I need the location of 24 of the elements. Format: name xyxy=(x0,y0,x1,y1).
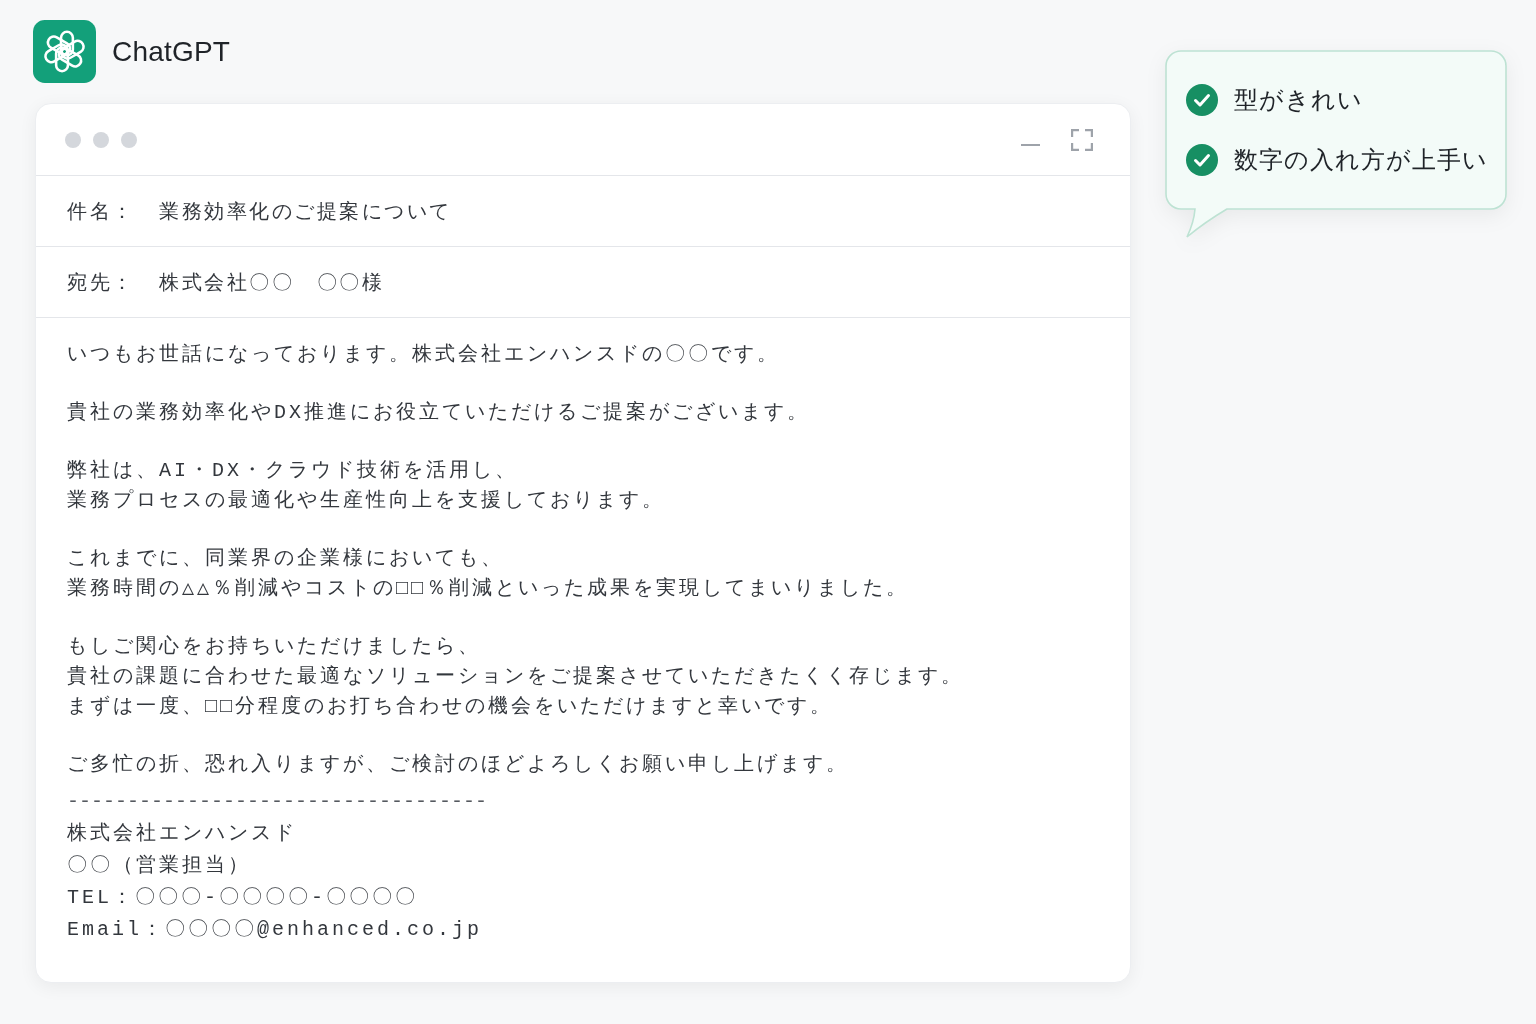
body-paragraph: もしご関心をお持ちいただけましたら、 貴社の課題に合わせた最適なソリューションをご提案させていただきたくく存じます。 まずは一度、□□分程度のお打ち合わせの機会をいただけますと幸いです。 xyxy=(67,634,964,720)
dot-icon xyxy=(121,131,137,148)
signature-divider: ----------------------------------- xyxy=(67,789,488,815)
check-item-text: 型がきれい xyxy=(1234,85,1363,116)
minimize-icon[interactable] xyxy=(1021,143,1040,146)
signature-line: 〇〇（営業担当） xyxy=(67,853,251,879)
app-name: ChatGPT xyxy=(112,35,231,68)
signature-line: TEL：〇〇〇-〇〇〇〇-〇〇〇〇 xyxy=(67,885,418,911)
field-label: 宛先： xyxy=(67,268,136,296)
field-value: 業務効率化のご提案について xyxy=(159,197,453,225)
body-paragraph: 貴社の業務効率化やDX推進にお役立ていただけるご提案がございます。 xyxy=(67,400,810,426)
signature-line: 株式会社エンハンスド xyxy=(67,821,297,847)
signature-line: Email：〇〇〇〇@enhanced.co.jp xyxy=(67,917,483,943)
body-paragraph: これまでに、同業界の企業様においても、 業務時間の△△％削減やコストの□□％削減といった成果を実現してまいりました。 xyxy=(67,546,910,602)
field-value: 株式会社〇〇 〇〇様 xyxy=(159,268,385,296)
body-paragraph: ご多忙の折、恐れ入りますが、ご検討のほどよろしくお願い申し上げます。 xyxy=(67,752,849,778)
field-label: 件名： xyxy=(67,197,136,225)
fullscreen-icon[interactable] xyxy=(1071,128,1093,151)
body-paragraph: いつもお世話になっております。株式会社エンハンスドの〇〇です。 xyxy=(67,342,780,368)
check-item-text: 数字の入れ方が上手い xyxy=(1234,145,1488,176)
dot-icon xyxy=(93,131,109,148)
body-paragraph: 弊社は、AI・DX・クラウド技術を活用し、 業務プロセスの最適化や生産性向上を支援しております。 xyxy=(67,458,665,514)
logo-icon xyxy=(33,20,96,83)
dot-icon xyxy=(65,131,81,148)
